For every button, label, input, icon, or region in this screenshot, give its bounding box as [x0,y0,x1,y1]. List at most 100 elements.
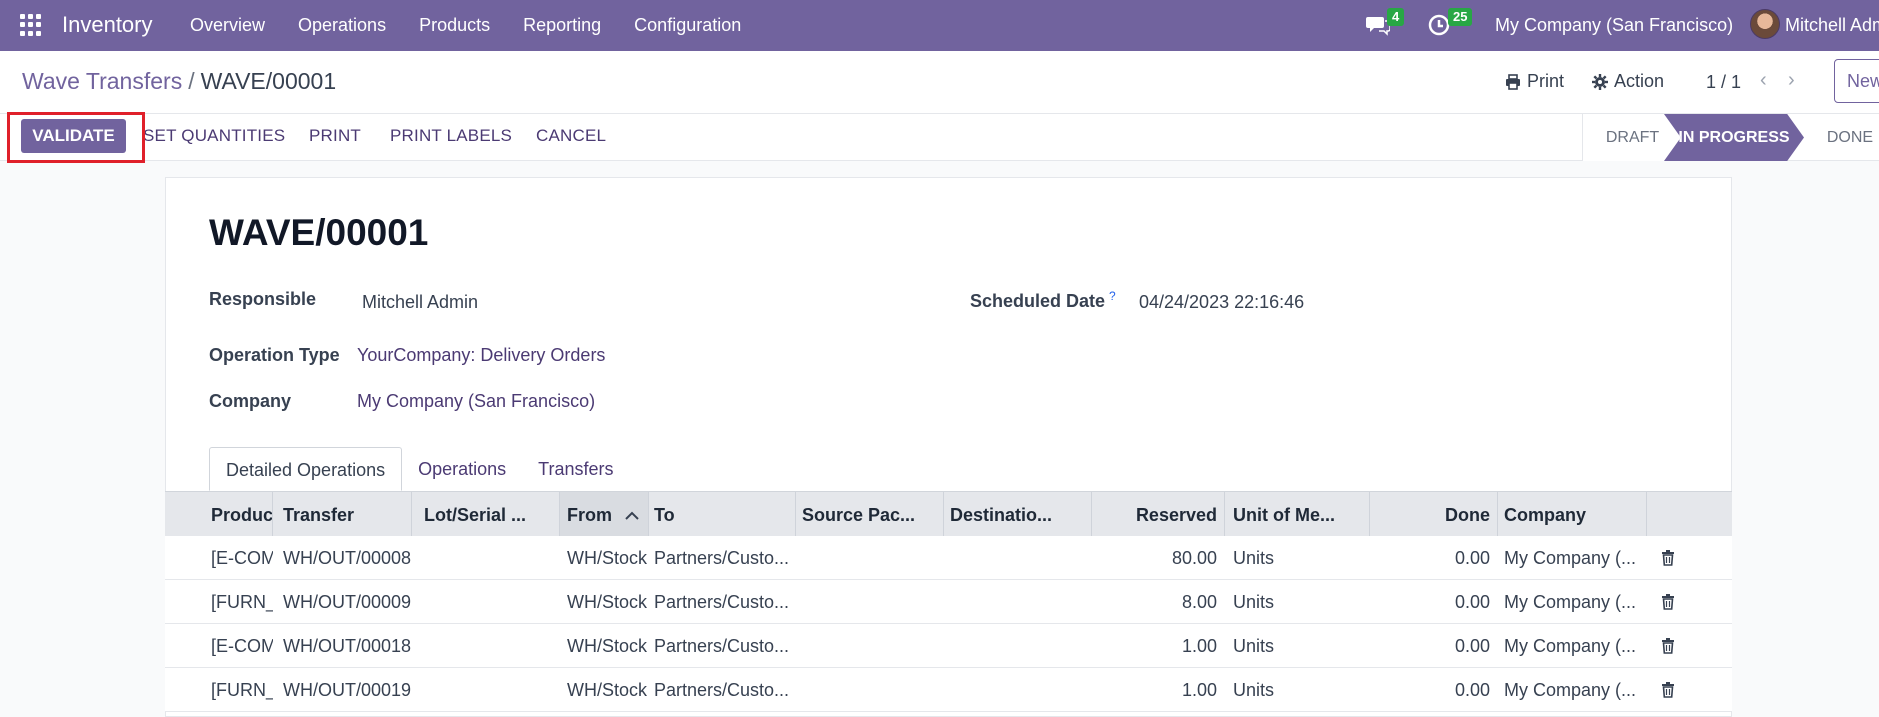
print-labels-button[interactable]: PRINT LABELS [390,126,512,146]
stage-in-progress[interactable]: IN PROGRESS [1664,114,1804,161]
cell-from[interactable]: WH/Stock [560,580,649,623]
stage-done[interactable]: DONE [1810,114,1879,161]
cell-reserved[interactable]: 1.00 [1092,668,1225,711]
column-destination-package[interactable]: Destinatio... [944,492,1092,536]
cell-destination-package[interactable] [944,580,1092,623]
user-menu[interactable]: Mitchell Admin [1785,15,1879,36]
table-row[interactable]: [E-COM07... WH/OUT/00018 WH/Stock Partne… [165,624,1732,668]
column-to[interactable]: To [649,492,796,536]
cell-lot-serial[interactable] [412,624,560,667]
column-from[interactable]: From [560,492,649,536]
column-done[interactable]: Done [1370,492,1498,536]
cell-transfer[interactable]: WH/OUT/00009 [273,580,412,623]
cell-product[interactable]: [E-COM07... [165,624,273,667]
column-source-package-label: Source Pac... [802,505,916,525]
breadcrumb-parent[interactable]: Wave Transfers [22,68,182,94]
cell-transfer[interactable]: WH/OUT/00008 [273,536,412,579]
cell-destination-package[interactable] [944,624,1092,667]
cell-destination-package[interactable] [944,668,1092,711]
chevron-left-icon[interactable]: ‹ [1760,69,1767,92]
cell-unit-of-measure[interactable]: Units [1225,536,1370,579]
cell-product[interactable]: [E-COM07... [165,536,273,579]
cell-company[interactable]: My Company (... [1498,668,1647,711]
tab-transfers[interactable]: Transfers [522,447,629,491]
cell-from[interactable]: WH/Stock [560,668,649,711]
cell-source-package[interactable] [796,580,944,623]
clock-icon[interactable] [1428,14,1450,41]
cell-from[interactable]: WH/Stock [560,536,649,579]
trash-icon[interactable] [1661,682,1675,703]
menu-overview[interactable]: Overview [190,15,265,36]
column-transfer[interactable]: Transfer [273,492,412,536]
column-reserved[interactable]: Reserved [1092,492,1225,536]
cell-to[interactable]: Partners/Custo... [649,580,796,623]
trash-icon[interactable] [1661,594,1675,615]
menu-configuration[interactable]: Configuration [634,15,741,36]
cell-done[interactable]: 0.00 [1370,580,1498,623]
new-button[interactable]: New [1834,59,1879,103]
cell-done[interactable]: 0.00 [1370,668,1498,711]
column-product[interactable]: Product [165,492,273,536]
cell-source-package[interactable] [796,668,944,711]
help-icon[interactable]: ? [1109,289,1116,303]
cell-from[interactable]: WH/Stock [560,624,649,667]
highlight-outline [7,112,145,163]
company-field[interactable]: My Company (San Francisco) [357,391,595,412]
cell-reserved[interactable]: 80.00 [1092,536,1225,579]
print-button[interactable]: PRINT [309,126,361,146]
menu-reporting[interactable]: Reporting [523,15,601,36]
cell-reserved[interactable]: 1.00 [1092,624,1225,667]
cell-product[interactable]: [FURN_78... [165,580,273,623]
trash-icon[interactable] [1661,638,1675,659]
operation-type-field[interactable]: YourCompany: Delivery Orders [357,345,605,366]
menu-products[interactable]: Products [419,15,490,36]
trash-icon[interactable] [1661,550,1675,571]
app-brand[interactable]: Inventory [62,12,153,38]
company-switcher[interactable]: My Company (San Francisco) [1495,15,1733,36]
cell-unit-of-measure[interactable]: Units [1225,668,1370,711]
cell-company[interactable]: My Company (... [1498,580,1647,623]
cell-company[interactable]: My Company (... [1498,536,1647,579]
scheduled-date-field[interactable]: 04/24/2023 22:16:46 [1139,292,1304,313]
cell-source-package[interactable] [796,536,944,579]
cell-lot-serial[interactable] [412,580,560,623]
avatar[interactable] [1750,9,1780,39]
responsible-field[interactable]: Mitchell Admin [362,292,478,313]
cell-reserved[interactable]: 8.00 [1092,580,1225,623]
cell-lot-serial[interactable] [412,536,560,579]
column-product-label: Product [211,505,273,525]
cell-lot-serial[interactable] [412,668,560,711]
cell-product[interactable]: [FURN_00... [165,668,273,711]
action-menu-button[interactable]: Action [1592,71,1664,92]
set-quantities-button[interactable]: SET QUANTITIES [143,126,285,146]
cell-to[interactable]: Partners/Custo... [649,536,796,579]
cancel-button[interactable]: CANCEL [536,126,606,146]
cell-to[interactable]: Partners/Custo... [649,624,796,667]
cell-transfer[interactable]: WH/OUT/00018 [273,624,412,667]
tab-operations[interactable]: Operations [402,447,522,491]
cell-company[interactable]: My Company (... [1498,624,1647,667]
cell-destination-package[interactable] [944,536,1092,579]
table-row[interactable]: [E-COM07... WH/OUT/00008 WH/Stock Partne… [165,536,1732,580]
pager-value[interactable]: 1 / 1 [1706,72,1741,93]
print-menu-button[interactable]: Print [1505,71,1564,92]
chevron-right-icon[interactable]: › [1788,69,1795,92]
sort-up-icon [625,511,639,520]
table-row[interactable]: [FURN_78... WH/OUT/00009 WH/Stock Partne… [165,580,1732,624]
column-unit-of-measure[interactable]: Unit of Me... [1225,492,1370,536]
apps-icon[interactable] [20,14,42,36]
cell-done[interactable]: 0.00 [1370,536,1498,579]
column-source-package[interactable]: Source Pac... [796,492,944,536]
cell-to[interactable]: Partners/Custo... [649,668,796,711]
tab-detailed-operations[interactable]: Detailed Operations [209,447,403,491]
cell-source-package[interactable] [796,624,944,667]
column-company[interactable]: Company [1498,492,1647,536]
menu-operations[interactable]: Operations [298,15,386,36]
cell-unit-of-measure[interactable]: Units [1225,624,1370,667]
table-row[interactable]: [FURN_00... WH/OUT/00019 WH/Stock Partne… [165,668,1732,712]
cell-transfer[interactable]: WH/OUT/00019 [273,668,412,711]
cell-unit-of-measure[interactable]: Units [1225,580,1370,623]
column-lot-serial[interactable]: Lot/Serial ... [412,492,560,536]
stage-draft[interactable]: DRAFT [1582,114,1682,161]
cell-done[interactable]: 0.00 [1370,624,1498,667]
